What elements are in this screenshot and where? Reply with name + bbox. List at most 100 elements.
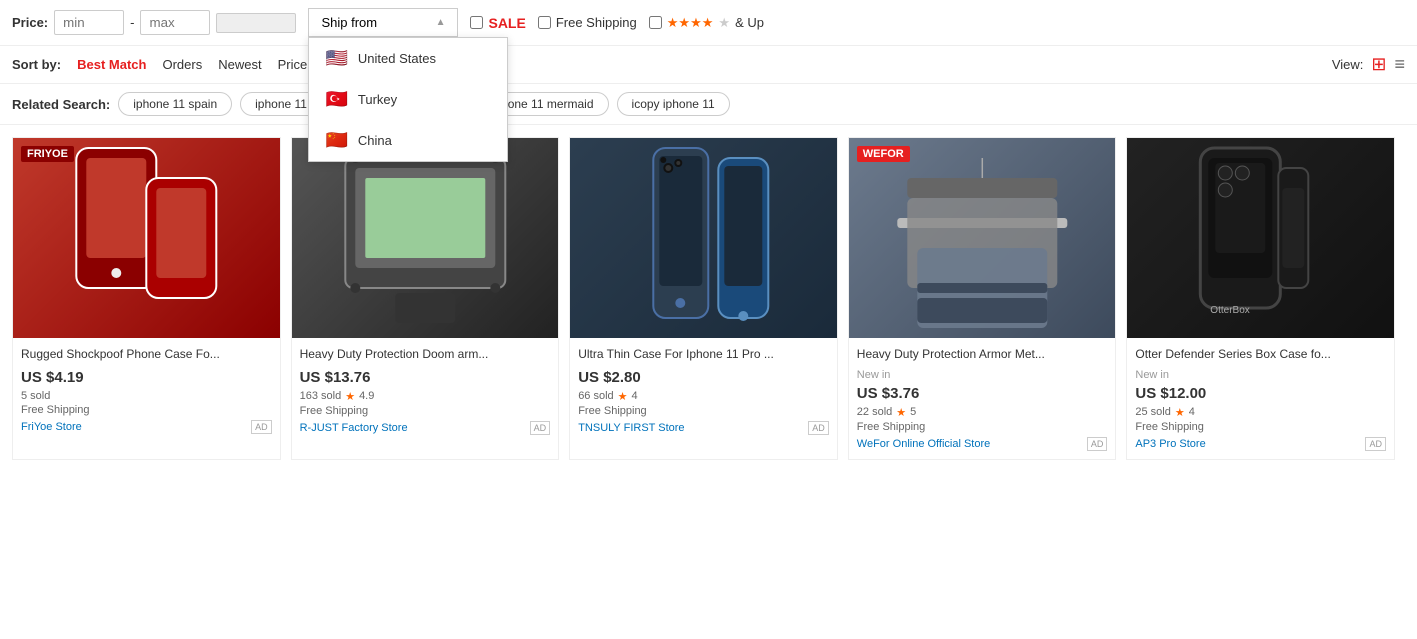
products-grid: FRIYOE Rugged Shockpoof Phone Case Fo...… [0,125,1417,472]
sort-bar: Sort by: Best Match Orders Newest Price … [0,46,1417,84]
free-shipping-3: Free Shipping [857,421,1108,433]
related-tag-0[interactable]: iphone 11 spain [118,92,232,116]
product-image-3 [849,138,1116,338]
free-shipping-filter-label: Free Shipping [556,15,637,30]
product-price-2: US $2.80 [578,369,829,386]
store-name-0[interactable]: FriYoe Store [21,421,82,433]
sort-orders[interactable]: Orders [162,55,202,74]
store-name-2[interactable]: TNSULY FIRST Store [578,422,684,434]
price-min-input[interactable] [54,10,124,35]
stars-checkbox[interactable] [649,16,662,29]
product-title-2: Ultra Thin Case For Iphone 11 Pro ... [578,346,829,363]
ad-label-4: AD [1365,437,1386,451]
product-meta-1: 163 sold ★ 4.9 [300,390,551,403]
china-flag-icon: 🇨🇳 [325,130,347,151]
product-card-2[interactable]: Ultra Thin Case For Iphone 11 Pro ... US… [569,137,838,460]
product-title-3: Heavy Duty Protection Armor Met... [857,346,1108,363]
product-title-1: Heavy Duty Protection Doom arm... [300,346,551,363]
sold-count-1: 163 sold [300,390,342,402]
us-label: United States [358,51,436,66]
product-card-4[interactable]: OtterBox Otter Defender Series Box Case … [1126,137,1395,460]
price-max-input[interactable] [140,10,210,35]
product-card-0[interactable]: FRIYOE Rugged Shockpoof Phone Case Fo...… [12,137,281,460]
free-shipping-1: Free Shipping [300,405,551,417]
product-meta-4: 25 sold ★ 4 [1135,406,1386,419]
view-section: View: ⊞ ≡ [1332,54,1405,75]
related-tag-4[interactable]: icopy iphone 11 [617,92,730,116]
product-meta-2: 66 sold ★ 4 [578,390,829,403]
product-image-2 [570,138,837,338]
ship-from-label: Ship from [321,15,377,30]
free-shipping-filter[interactable]: Free Shipping [538,15,637,30]
product-card-3[interactable]: WEFOR Heavy Duty Protection Armor Met...… [848,137,1117,460]
new-in-4: New in [1135,369,1386,381]
price-filter: Price: - [12,10,296,35]
sort-price[interactable]: Price [278,55,308,74]
star-icon-4: ★ [1175,406,1185,419]
store-name-1[interactable]: R-JUST Factory Store [300,422,408,434]
store-name-3[interactable]: WeFor Online Official Store [857,438,990,450]
product-info-0: Rugged Shockpoof Phone Case Fo... US $4.… [13,338,280,442]
star-icon-1: ★ [345,390,355,403]
stars-filter[interactable]: ★★★★★ & Up [649,15,764,31]
product-image-1: R-JUST [292,138,559,338]
rating-3: 5 [910,406,916,418]
sold-count-4: 25 sold [1135,406,1170,418]
product-info-4: Otter Defender Series Box Case fo... New… [1127,338,1394,459]
product-info-1: Heavy Duty Protection Doom arm... US $13… [292,338,559,443]
sort-label: Sort by: [12,57,61,72]
dropdown-item-turkey[interactable]: 🇹🇷 Turkey [309,79,507,120]
sort-newest[interactable]: Newest [218,55,261,74]
store-name-4[interactable]: AP3 Pro Store [1135,438,1205,450]
sold-count-0: 5 sold [21,390,50,402]
svg-text:OtterBox: OtterBox [1211,305,1250,316]
star-icon-3: ★ [896,406,906,419]
rating-4: 4 [1189,406,1195,418]
rating-1: 4.9 [359,390,374,402]
product-meta-3: 22 sold ★ 5 [857,406,1108,419]
price-slider[interactable] [216,13,296,33]
product-image-0 [13,138,280,338]
sold-count-2: 66 sold [578,390,613,402]
product-card-1[interactable]: R-JUST Heavy Duty Protection Doom arm...… [291,137,560,460]
free-shipping-checkbox[interactable] [538,16,551,29]
list-view-icon[interactable]: ≡ [1394,54,1405,75]
sold-count-3: 22 sold [857,406,892,418]
star-icon-2: ★ [618,390,628,403]
product-info-3: Heavy Duty Protection Armor Met... New i… [849,338,1116,459]
new-in-3: New in [857,369,1108,381]
sale-label: SALE [488,15,525,31]
product-price-0: US $4.19 [21,369,272,386]
turkey-flag-icon: 🇹🇷 [325,89,347,110]
product-title-4: Otter Defender Series Box Case fo... [1135,346,1386,363]
product-title-0: Rugged Shockpoof Phone Case Fo... [21,346,272,363]
dropdown-item-us[interactable]: 🇺🇸 United States [309,38,507,79]
free-shipping-4: Free Shipping [1135,421,1386,433]
sale-checkbox[interactable] [470,16,483,29]
chevron-up-icon: ▲ [436,17,446,28]
ship-from-wrapper: Ship from ▲ 🇺🇸 United States 🇹🇷 Turkey 🇨… [308,8,458,37]
badge-wefor: WEFOR [857,146,910,162]
sort-best-match[interactable]: Best Match [77,55,146,74]
product-price-3: US $3.76 [857,385,1108,402]
ad-label-0: AD [251,420,272,434]
price-dash: - [130,15,134,30]
rating-2: 4 [632,390,638,402]
product-info-2: Ultra Thin Case For Iphone 11 Pro ... US… [570,338,837,443]
free-shipping-0: Free Shipping [21,404,272,416]
product-image-4: OtterBox [1127,138,1394,338]
china-label: China [358,133,392,148]
star-empty-icon: ★ [718,15,730,31]
and-up-label: & Up [735,15,764,30]
sale-filter[interactable]: SALE [470,15,525,31]
ad-label-3: AD [1087,437,1108,451]
ad-label-2: AD [808,421,829,435]
filter-chips: SALE Free Shipping ★★★★★ & Up [470,15,763,31]
badge-friyoe: FRIYOE [21,146,74,162]
dropdown-item-china[interactable]: 🇨🇳 China [309,120,507,161]
ship-from-button[interactable]: Ship from ▲ [308,8,458,37]
us-flag-icon: 🇺🇸 [325,48,347,69]
related-search-bar: Related Search: iphone 11 spain iphone 1… [0,84,1417,125]
grid-view-icon[interactable]: ⊞ [1371,54,1386,75]
free-shipping-2: Free Shipping [578,405,829,417]
